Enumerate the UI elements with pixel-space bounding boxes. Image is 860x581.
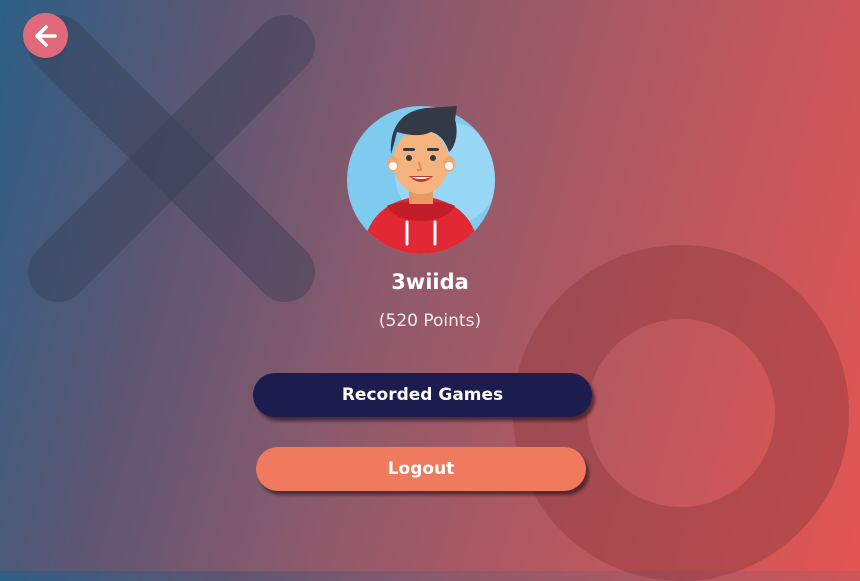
recorded-games-label: Recorded Games [341,385,504,405]
logout-button[interactable]: Logout [256,447,586,491]
arrow-left-icon [34,24,57,47]
points-prefix: ( [378,311,386,331]
username: 3wiida [391,270,469,294]
recorded-games-button[interactable]: Recorded Games [253,373,592,417]
logout-label: Logout [387,459,455,479]
back-button[interactable] [23,13,68,58]
points-value: 520 [385,311,418,331]
user-avatar [347,106,495,254]
points-label: (520 Points) [0,309,860,333]
points-suffix: Points) [417,311,482,331]
